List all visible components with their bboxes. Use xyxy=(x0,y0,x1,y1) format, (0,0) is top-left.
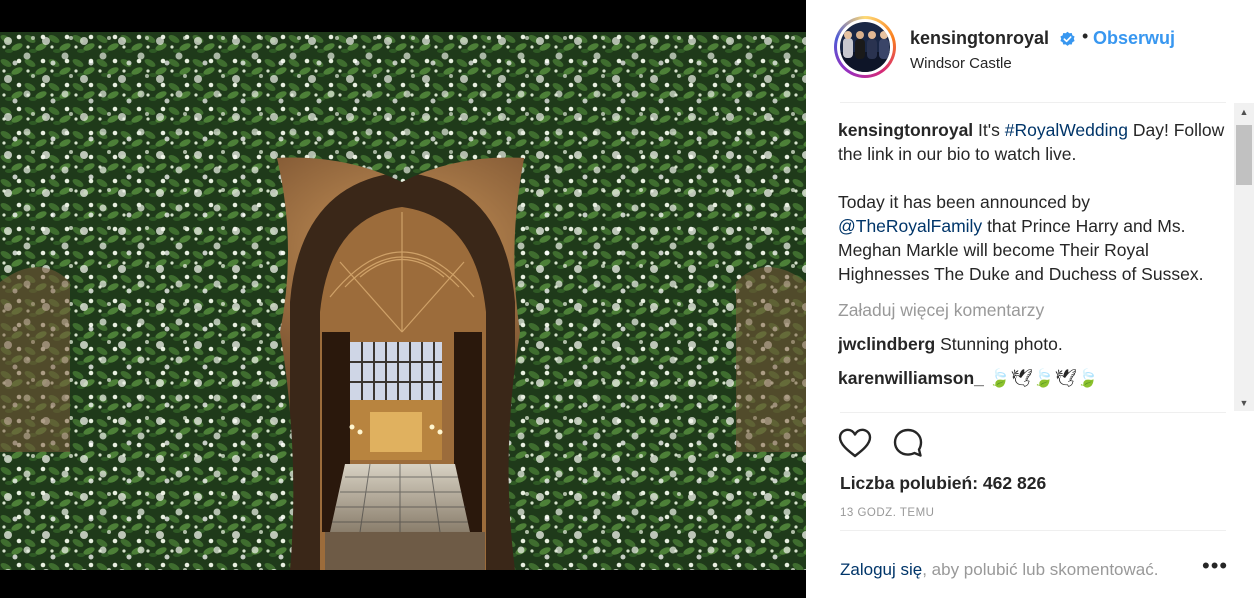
scroll-down-arrow-icon[interactable]: ▼ xyxy=(1234,394,1254,411)
load-more-comments-button[interactable]: Załaduj więcej komentarzy xyxy=(838,298,1228,322)
caption-text: Today it has been announced by xyxy=(838,192,1090,212)
likes-count[interactable]: Liczba polubień: 462 826 xyxy=(840,473,1046,494)
hashtag-link[interactable]: #RoyalWedding xyxy=(1005,120,1128,140)
divider xyxy=(840,412,1226,413)
comment-username[interactable]: karenwilliamson_ xyxy=(838,368,984,388)
photo-pane xyxy=(0,0,806,598)
comment-username[interactable]: jwclindberg xyxy=(838,334,935,354)
caption-username[interactable]: kensingtonroyal xyxy=(838,120,973,140)
login-prompt: Zaloguj się, aby polubić lub skomentować… xyxy=(840,560,1158,580)
comments-list: kensingtonroyal It's #RoyalWedding Day! … xyxy=(838,118,1228,412)
comment-item: karenwilliamson_ 🍃🕊🍃🕊🍃 xyxy=(838,366,1228,390)
caption-text: It's xyxy=(978,120,1000,140)
caption-continued: Today it has been announced by @TheRoyal… xyxy=(838,190,1228,286)
mention-link[interactable]: @TheRoyalFamily xyxy=(838,216,982,236)
heart-outline-icon[interactable] xyxy=(838,428,872,458)
login-link[interactable]: Zaloguj się xyxy=(840,560,922,579)
verified-badge-icon xyxy=(1059,31,1076,48)
divider xyxy=(840,102,1226,103)
comments-scrollbar[interactable]: ▲ ▼ xyxy=(1234,103,1254,411)
post-username[interactable]: kensingtonroyal xyxy=(910,28,1049,49)
separator-dot: • xyxy=(1082,26,1089,46)
post-location[interactable]: Windsor Castle xyxy=(910,55,1012,72)
comment-text: Stunning photo. xyxy=(940,334,1063,354)
post-header: kensingtonroyal • Obserwuj Windsor Castl… xyxy=(806,0,1226,102)
comment-item: jwclindberg Stunning photo. xyxy=(838,332,1228,356)
speech-bubble-icon[interactable] xyxy=(892,427,924,459)
avatar-image xyxy=(840,22,890,72)
comment-text: 🍃🕊🍃🕊🍃 xyxy=(988,368,1099,388)
post-photo[interactable] xyxy=(0,32,806,570)
avatar[interactable] xyxy=(834,16,896,78)
scrollbar-thumb[interactable] xyxy=(1236,125,1252,185)
post-side-panel: kensingtonroyal • Obserwuj Windsor Castl… xyxy=(806,0,1256,598)
divider xyxy=(840,530,1226,531)
login-prompt-text: , aby polubić lub skomentować. xyxy=(922,560,1159,579)
caption: kensingtonroyal It's #RoyalWedding Day! … xyxy=(838,118,1228,166)
ellipsis-icon[interactable]: ••• xyxy=(1202,555,1228,577)
post-timestamp[interactable]: 13 GODZ. TEMU xyxy=(840,507,934,519)
scroll-up-arrow-icon[interactable]: ▲ xyxy=(1234,103,1254,120)
avatar-inner xyxy=(837,19,893,75)
follow-button[interactable]: Obserwuj xyxy=(1093,28,1175,49)
